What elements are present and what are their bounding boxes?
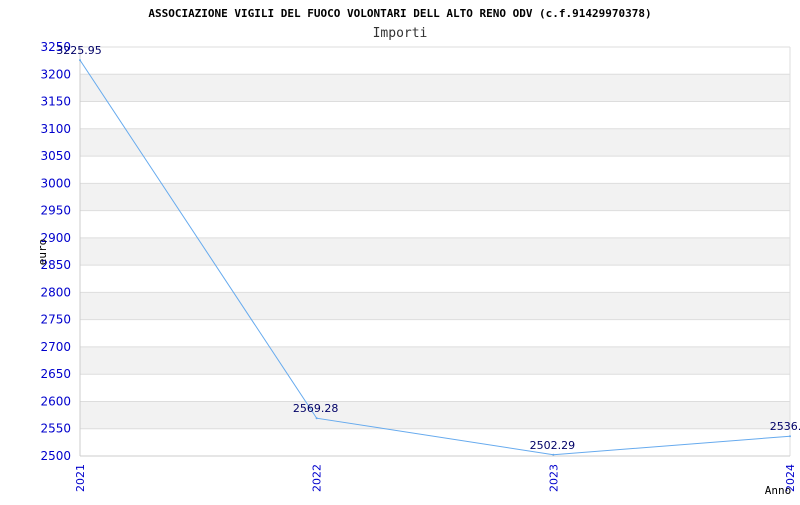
data-label: 2569.28 [293, 402, 339, 415]
x-tick-label: 2022 [311, 464, 324, 492]
y-tick-label: 3200 [40, 67, 71, 81]
grid-band [80, 237, 790, 266]
y-tick-label: 3050 [40, 149, 71, 163]
y-tick-label: 2750 [40, 313, 71, 327]
y-axis-label: euro [36, 239, 49, 266]
grid-band [80, 74, 790, 102]
grid-band [80, 183, 790, 211]
y-tick-label: 2550 [40, 422, 71, 436]
data-label: 3225.95 [56, 44, 102, 57]
y-tick-label: 3150 [40, 95, 71, 109]
line-chart: 2500255026002650270027502800285029002950… [36, 7, 800, 497]
y-tick-label: 2800 [40, 285, 71, 299]
grid-band [80, 128, 790, 157]
x-tick-label: 2021 [74, 464, 87, 492]
y-tick-label: 2650 [40, 367, 71, 381]
x-tick-label: 2023 [547, 464, 560, 492]
data-point [789, 435, 791, 438]
grid-band [80, 401, 790, 429]
data-label: 2536.3 [770, 420, 800, 433]
chart-subtitle: Importi [373, 26, 428, 41]
data-point [79, 59, 81, 62]
y-tick-label: 3000 [40, 176, 71, 190]
grid-band [80, 292, 790, 320]
y-tick-label: 3100 [40, 122, 71, 136]
y-tick-label: 2700 [40, 340, 71, 354]
y-tick-label: 2600 [40, 394, 71, 408]
data-point [315, 417, 318, 420]
data-point [552, 453, 555, 456]
chart-container: 2500 2550 2600 2650 2700 2750 2800 2850 2900 2950… [0, 0, 800, 500]
x-tick-labels: 2021 2022 2023 2024 [74, 464, 797, 492]
background-bands [80, 74, 790, 429]
y-tick-label: 2950 [40, 204, 71, 218]
x-axis-label: Anno [765, 484, 792, 497]
grid-band [80, 346, 790, 375]
data-label: 2502.29 [530, 439, 576, 452]
y-tick-label: 2500 [40, 449, 71, 463]
chart-title: ASSOCIAZIONE VIGILI DEL FUOCO VOLONTARI … [148, 7, 651, 20]
